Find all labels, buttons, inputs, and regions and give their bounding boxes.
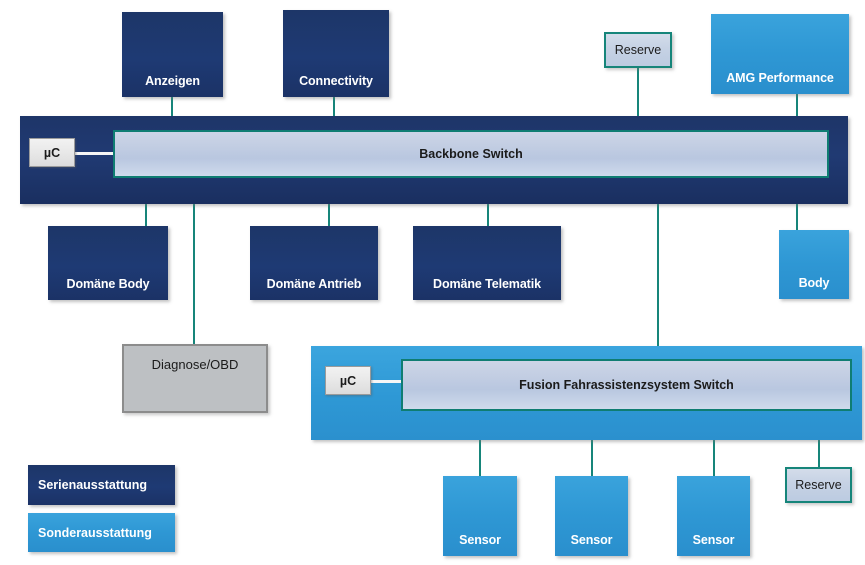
node-reserve-bottom[interactable]: Reserve (785, 467, 852, 503)
node-anzeigen-label: Anzeigen (145, 73, 200, 88)
fusion-switch-bar[interactable]: Fusion Fahrassistenzsystem Switch (401, 359, 852, 411)
central-switch-mcu[interactable]: µC (29, 138, 75, 167)
node-reserve-bottom-label: Reserve (795, 478, 842, 492)
connector-mcu-backbone (74, 152, 118, 155)
node-anzeigen[interactable]: Anzeigen (122, 12, 223, 97)
connector-mcu-fusion (369, 380, 405, 383)
node-diagnose-obd[interactable]: Diagnose/OBD (122, 344, 268, 413)
node-sensor-1-label: Sensor (459, 532, 501, 547)
node-domaene-body[interactable]: Domäne Body (48, 226, 168, 300)
node-amg-performance-label: AMG Performance (726, 70, 834, 85)
fusion-switch-mcu-label: µC (339, 373, 357, 388)
backbone-switch-bar[interactable]: Backbone Switch (113, 130, 829, 178)
legend-item-sonderausstattung-label: Sonderausstattung (38, 525, 152, 540)
node-body[interactable]: Body (779, 230, 849, 299)
node-domaene-body-label: Domäne Body (66, 276, 150, 291)
node-body-label: Body (798, 275, 830, 290)
node-reserve-top-label: Reserve (614, 43, 662, 57)
node-diagnose-obd-label: Diagnose/OBD (151, 357, 239, 372)
node-domaene-telematik-label: Domäne Telematik (433, 276, 541, 291)
node-sensor-1[interactable]: Sensor (443, 476, 517, 556)
node-sensor-2[interactable]: Sensor (555, 476, 628, 556)
node-reserve-top[interactable]: Reserve (604, 32, 672, 68)
fusion-switch-mcu[interactable]: µC (325, 366, 371, 395)
node-domaene-telematik[interactable]: Domäne Telematik (413, 226, 561, 300)
node-sensor-2-label: Sensor (570, 532, 613, 547)
node-domaene-antrieb[interactable]: Domäne Antrieb (250, 226, 378, 300)
legend-item-serienausstattung-label: Serienausstattung (38, 478, 148, 492)
node-sensor-3[interactable]: Sensor (677, 476, 750, 556)
backbone-switch-bar-label: Backbone Switch (419, 147, 523, 161)
fusion-switch-bar-label: Fusion Fahrassistenzsystem Switch (519, 378, 734, 392)
network-architecture-diagram: Anzeigen Connectivity Reserve AMG Perfor… (0, 0, 865, 565)
legend-item-sonderausstattung: Sonderausstattung (28, 513, 175, 552)
central-switch-mcu-label: µC (43, 145, 61, 160)
node-sensor-3-label: Sensor (692, 532, 735, 547)
node-domaene-antrieb-label: Domäne Antrieb (266, 276, 362, 291)
node-amg-performance[interactable]: AMG Performance (711, 14, 849, 94)
node-connectivity[interactable]: Connectivity (283, 10, 389, 97)
node-connectivity-label: Connectivity (299, 73, 373, 88)
legend-item-serienausstattung: Serienausstattung (28, 465, 175, 505)
